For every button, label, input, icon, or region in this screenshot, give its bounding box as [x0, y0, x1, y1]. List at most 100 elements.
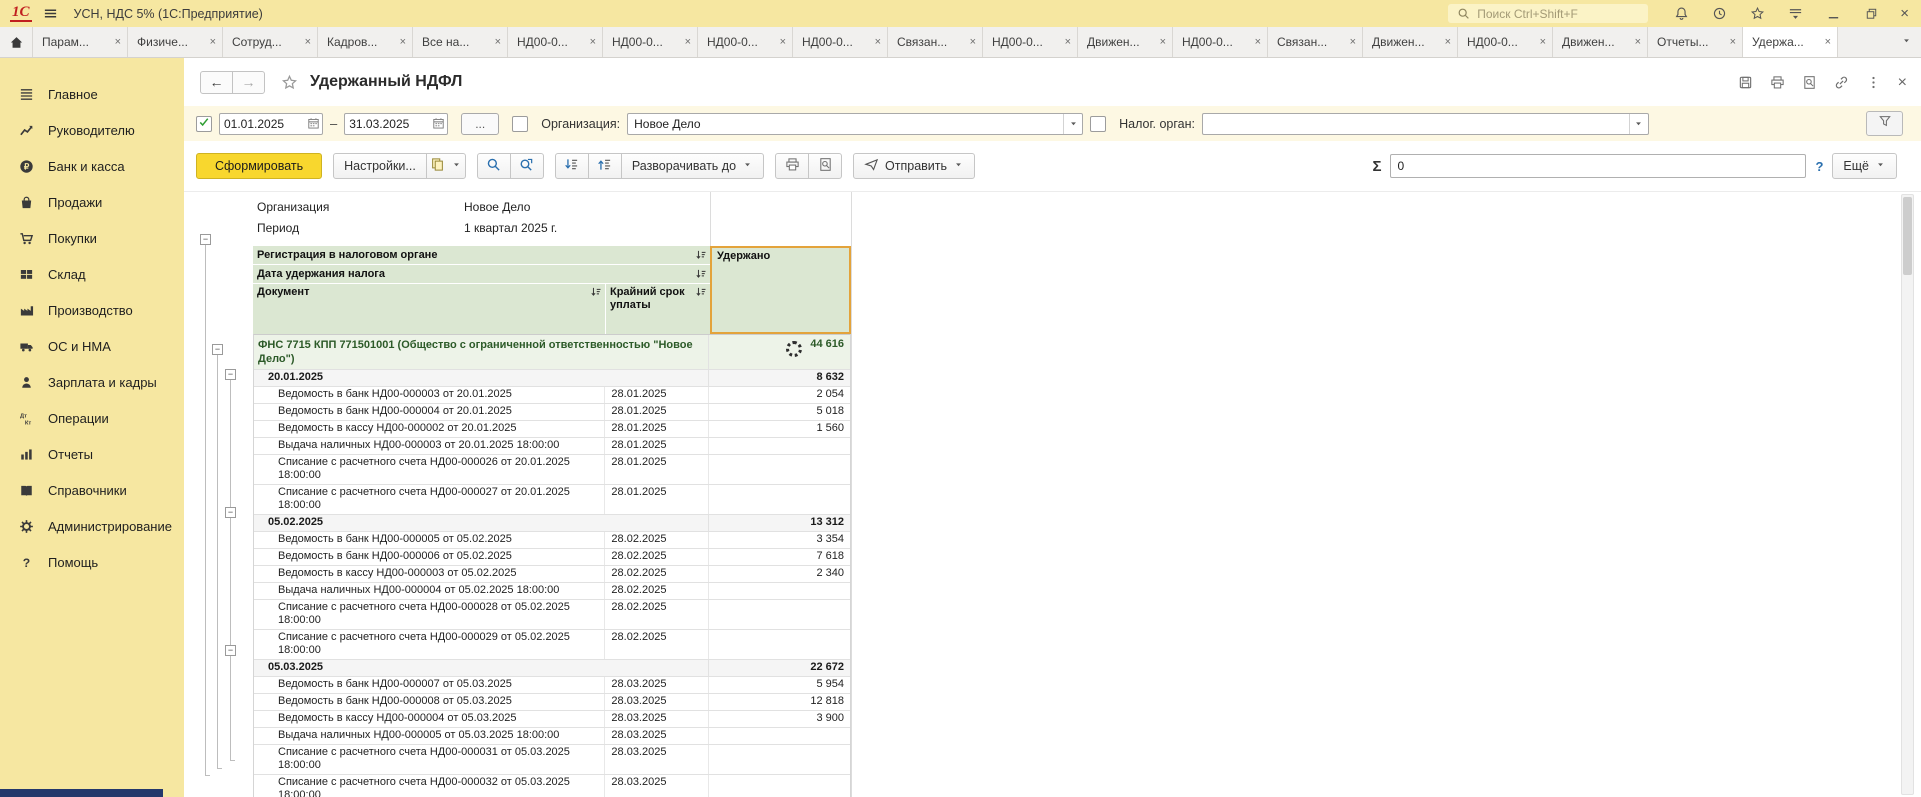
organization-checkbox[interactable]: [512, 116, 528, 132]
total-row[interactable]: ФНС 7715 КПП 771501001 (Общество с огран…: [254, 335, 850, 370]
tab-Физиче[interactable]: Физиче...×: [128, 27, 223, 57]
sidebar-item-Справочники[interactable]: Справочники: [0, 472, 184, 508]
sidebar-item-ОС и НМА[interactable]: ОС и НМА: [0, 328, 184, 364]
tab-Движен[interactable]: Движен...×: [1078, 27, 1173, 57]
group-row[interactable]: 05.02.202513 312: [254, 515, 850, 532]
tab-close-icon[interactable]: ×: [681, 36, 691, 48]
sidebar-item-Помощь[interactable]: ?Помощь: [0, 544, 184, 580]
detail-row[interactable]: Ведомость в банк НД00-000004 от 20.01.20…: [254, 404, 850, 421]
detail-row[interactable]: Ведомость в банк НД00-000005 от 05.02.20…: [254, 532, 850, 549]
detail-row[interactable]: Выдача наличных НД00-000003 от 20.01.202…: [254, 438, 850, 455]
detail-row[interactable]: Выдача наличных НД00-000004 от 05.02.202…: [254, 583, 850, 600]
minimize-window-icon[interactable]: [1824, 5, 1842, 23]
detail-row[interactable]: Ведомость в банк НД00-000007 от 05.03.20…: [254, 677, 850, 694]
favorites-star-icon[interactable]: [1748, 5, 1766, 23]
close-window-icon[interactable]: ×: [1900, 6, 1909, 21]
print-button[interactable]: [775, 153, 809, 179]
find-next-button[interactable]: [510, 153, 544, 179]
tab-close-icon[interactable]: ×: [1726, 36, 1736, 48]
sidebar-item-Руководителю[interactable]: Руководителю: [0, 112, 184, 148]
detail-row[interactable]: Ведомость в банк НД00-000006 от 05.02.20…: [254, 549, 850, 566]
tab-Кадров[interactable]: Кадров...×: [318, 27, 413, 57]
tab-НД00-0[interactable]: НД00-0...×: [603, 27, 698, 57]
tab-close-icon[interactable]: ×: [206, 36, 216, 48]
tax-authority-combo[interactable]: [1202, 113, 1649, 135]
sidebar-item-Операции[interactable]: ДтКтОперации: [0, 400, 184, 436]
save-icon[interactable]: [1738, 75, 1753, 90]
print-preview-icon[interactable]: [1802, 75, 1817, 90]
chevron-down-icon[interactable]: [1063, 114, 1082, 134]
tab-close-icon[interactable]: ×: [111, 36, 121, 48]
tab-overflow-button[interactable]: [1891, 27, 1921, 57]
column-header-registration[interactable]: Регистрация в налоговом органе: [253, 246, 710, 264]
detail-row[interactable]: Списание с расчетного счета НД00-000028 …: [254, 600, 850, 630]
tab-close-icon[interactable]: ×: [491, 36, 501, 48]
tab-close-icon[interactable]: ×: [1631, 36, 1641, 48]
tab-close-icon[interactable]: ×: [586, 36, 596, 48]
scrollbar-thumb[interactable]: [1903, 197, 1912, 275]
chevron-down-icon[interactable]: [1629, 114, 1648, 134]
calendar-icon[interactable]: [304, 114, 322, 134]
home-tab[interactable]: [0, 27, 33, 57]
tab-НД00-0[interactable]: НД00-0...×: [793, 27, 888, 57]
tax-authority-checkbox[interactable]: [1090, 116, 1106, 132]
history-clock-icon[interactable]: [1710, 5, 1728, 23]
print-icon[interactable]: [1770, 75, 1785, 90]
tab-close-icon[interactable]: ×: [1821, 36, 1831, 48]
sidebar-item-Банк и касса[interactable]: ₽Банк и касса: [0, 148, 184, 184]
tab-close-icon[interactable]: ×: [1441, 36, 1451, 48]
column-header-document[interactable]: Документ: [253, 284, 605, 334]
tab-close-icon[interactable]: ×: [1156, 36, 1166, 48]
sidebar-item-Отчеты[interactable]: Отчеты: [0, 436, 184, 472]
sidebar-item-Главное[interactable]: Главное: [0, 76, 184, 112]
tab-Все на[interactable]: Все на...×: [413, 27, 508, 57]
sidebar-item-Продажи[interactable]: Продажи: [0, 184, 184, 220]
back-button[interactable]: ←: [200, 71, 233, 94]
tab-НД00-0[interactable]: НД00-0...×: [1458, 27, 1553, 57]
column-header-withhold-date[interactable]: Дата удержания налога: [253, 265, 710, 283]
sidebar-item-Зарплата и кадры[interactable]: Зарплата и кадры: [0, 364, 184, 400]
settings-button[interactable]: Настройки...: [333, 153, 427, 179]
organization-combo[interactable]: Новое Дело: [627, 113, 1083, 135]
generate-button[interactable]: Сформировать: [196, 153, 322, 179]
tab-close-icon[interactable]: ×: [1536, 36, 1546, 48]
tab-НД00-0[interactable]: НД00-0...×: [508, 27, 603, 57]
period-to-input[interactable]: [345, 117, 429, 131]
tab-Сотруд[interactable]: Сотруд...×: [223, 27, 318, 57]
tab-close-icon[interactable]: ×: [871, 36, 881, 48]
tab-НД00-0[interactable]: НД00-0...×: [698, 27, 793, 57]
tab-close-icon[interactable]: ×: [301, 36, 311, 48]
tab-close-icon[interactable]: ×: [1346, 36, 1356, 48]
restore-window-icon[interactable]: [1862, 5, 1880, 23]
period-from-field[interactable]: [219, 113, 323, 135]
column-header-withheld-selected[interactable]: Удержано: [710, 246, 851, 334]
send-button[interactable]: Отправить: [853, 153, 975, 179]
detail-row[interactable]: Ведомость в кассу НД00-000003 от 05.02.2…: [254, 566, 850, 583]
more-button[interactable]: Ещё: [1832, 153, 1897, 179]
sidebar-item-Покупки[interactable]: Покупки: [0, 220, 184, 256]
hamburger-menu-icon[interactable]: [42, 5, 60, 23]
sort-icon[interactable]: [590, 286, 602, 298]
tab-Движен[interactable]: Движен...×: [1363, 27, 1458, 57]
detail-row[interactable]: Списание с расчетного счета НД00-000032 …: [254, 775, 850, 797]
autosum-input[interactable]: [1390, 154, 1806, 178]
group-row[interactable]: 20.01.20258 632: [254, 370, 850, 387]
tab-close-icon[interactable]: ×: [1251, 36, 1261, 48]
tab-close-icon[interactable]: ×: [776, 36, 786, 48]
sort-icon[interactable]: [695, 268, 707, 280]
tab-Движен[interactable]: Движен...×: [1553, 27, 1648, 57]
link-icon[interactable]: [1834, 75, 1849, 90]
forward-button[interactable]: →: [232, 71, 265, 94]
tab-Связан[interactable]: Связан...×: [1268, 27, 1363, 57]
detail-row[interactable]: Ведомость в банк НД00-000003 от 20.01.20…: [254, 387, 850, 404]
close-form-icon[interactable]: ×: [1898, 75, 1907, 90]
period-to-field[interactable]: [344, 113, 448, 135]
filter-settings-button[interactable]: [1866, 111, 1903, 136]
service-menu-icon[interactable]: [1786, 5, 1804, 23]
tab-Парам[interactable]: Парам...×: [33, 27, 128, 57]
detail-row[interactable]: Списание с расчетного счета НД00-000026 …: [254, 455, 850, 485]
tab-НД00-0[interactable]: НД00-0...×: [983, 27, 1078, 57]
collapse-group-button[interactable]: −: [225, 369, 236, 380]
sidebar-item-Склад[interactable]: Склад: [0, 256, 184, 292]
collapse-level-button[interactable]: −: [200, 234, 211, 245]
